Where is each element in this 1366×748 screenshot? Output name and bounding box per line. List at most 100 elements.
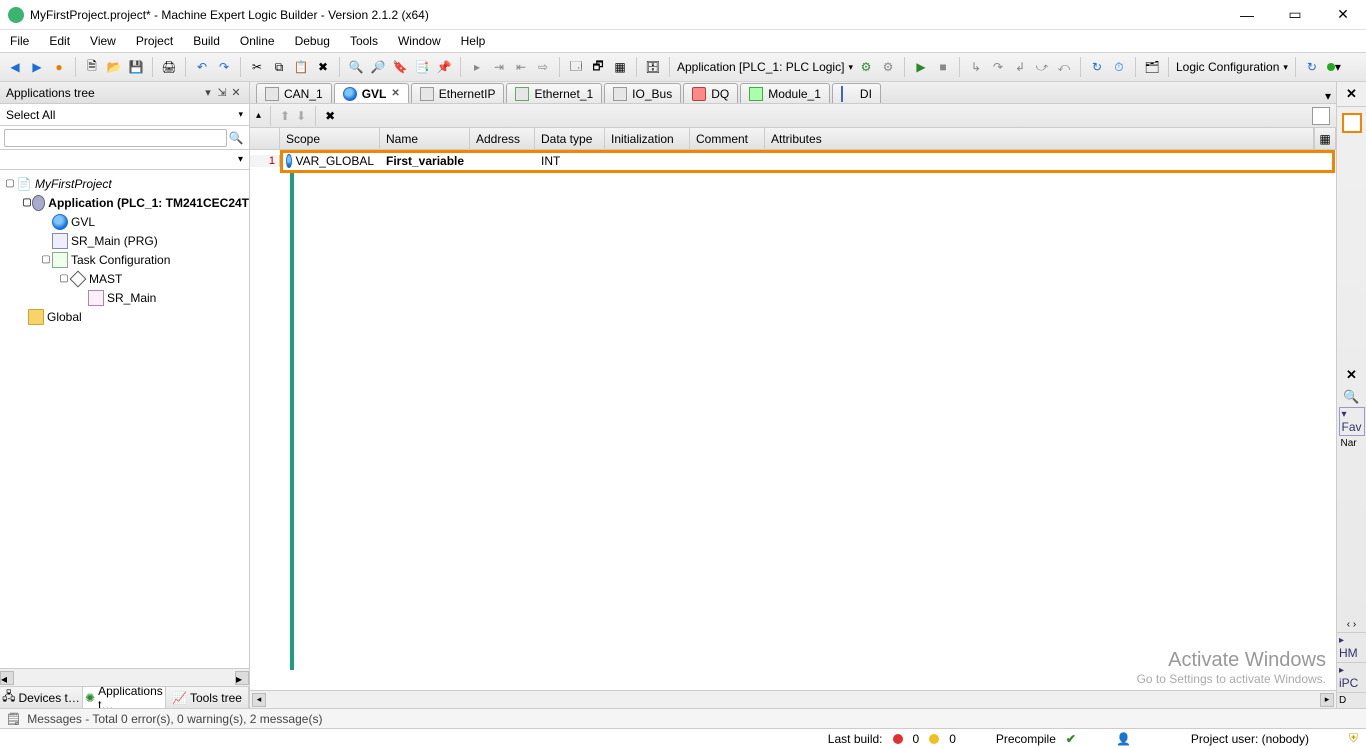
tabstrip-dropdown-icon[interactable]: ▾ <box>1320 89 1336 103</box>
redo-icon[interactable]: ↷ <box>215 58 233 76</box>
device-icon[interactable]: 🗄 <box>644 58 662 76</box>
play-icon[interactable]: ▶ <box>912 58 930 76</box>
tab-iobus[interactable]: IO_Bus <box>604 83 681 103</box>
menu-online[interactable]: Online <box>240 34 275 48</box>
close-button[interactable]: ✕ <box>1328 6 1358 23</box>
right-favorites[interactable]: ▾ Fav <box>1339 407 1365 436</box>
editor-moveup-icon[interactable]: ⬆ <box>280 109 290 123</box>
menu-tools[interactable]: Tools <box>350 34 378 48</box>
menu-window[interactable]: Window <box>398 34 441 48</box>
col-datatype[interactable]: Data type <box>535 128 605 149</box>
print-icon[interactable]: 🖨 <box>160 58 178 76</box>
step5-icon[interactable]: ⤺ <box>1055 58 1073 76</box>
step3-icon[interactable]: ⇨ <box>534 58 552 76</box>
save-icon[interactable]: 💾 <box>127 58 145 76</box>
tree-options-icon[interactable]: ▾ <box>238 154 243 165</box>
menu-help[interactable]: Help <box>461 34 486 48</box>
collapse-icon[interactable]: ▢ <box>40 254 52 265</box>
tab-module1[interactable]: Module_1 <box>740 83 830 103</box>
tree-task-config[interactable]: Task Configuration <box>71 253 170 267</box>
tree-srmain-prg[interactable]: SR_Main (PRG) <box>71 234 158 248</box>
tree-search-input[interactable] <box>4 129 227 147</box>
bookmark-icon[interactable]: 🔖 <box>391 58 409 76</box>
cycle-icon[interactable]: ↻ <box>1088 58 1106 76</box>
right-highlight-box[interactable] <box>1342 113 1362 133</box>
scroll-right-icon[interactable]: ▸ <box>1320 693 1334 707</box>
tree-application[interactable]: Application (PLC_1: TM241CEC24T <box>48 196 249 210</box>
stepout-icon[interactable]: ↲ <box>1011 58 1029 76</box>
editor-horizontal-scrollbar[interactable]: ◂ ▸ <box>250 690 1336 708</box>
tab-dq[interactable]: DQ <box>683 83 738 103</box>
undo-icon[interactable]: ↶ <box>193 58 211 76</box>
panel-close-icon[interactable]: ✕ <box>229 86 243 99</box>
tab-can1[interactable]: CAN_1 <box>256 83 332 103</box>
paste-icon[interactable]: 📋 <box>292 58 310 76</box>
stepover-icon[interactable]: ↷ <box>989 58 1007 76</box>
scroll-right-icon[interactable]: ▸ <box>235 671 249 685</box>
cut-icon[interactable]: ✂ <box>248 58 266 76</box>
window3-icon[interactable]: ▦ <box>611 58 629 76</box>
editor-options-icon[interactable] <box>1312 107 1330 125</box>
collapse-icon[interactable]: ▢ <box>4 178 16 189</box>
find-next-icon[interactable]: 🔎 <box>369 58 387 76</box>
tree-srmain[interactable]: SR_Main <box>107 291 156 305</box>
run-pause-icon[interactable]: ▸ <box>468 58 486 76</box>
tree-mast[interactable]: MAST <box>89 272 122 286</box>
col-comment[interactable]: Comment <box>690 128 765 149</box>
editor-movedown-icon[interactable]: ⬇ <box>296 109 306 123</box>
collapse-icon[interactable]: ▢ <box>22 197 32 208</box>
menu-view[interactable]: View <box>90 34 116 48</box>
right-nar[interactable]: Nar <box>1339 436 1365 451</box>
tick-icon[interactable]: ⏱ <box>1110 58 1128 76</box>
grid-toggle-icon[interactable]: ▦ <box>1314 128 1336 149</box>
tab-gvl[interactable]: GVL✕ <box>334 83 409 103</box>
tab-ethernet1[interactable]: Ethernet_1 <box>506 83 602 103</box>
step4-icon[interactable]: ⤻ <box>1033 58 1051 76</box>
tree-project[interactable]: MyFirstProject <box>35 177 112 191</box>
right-nav-arrows[interactable]: ‹ › <box>1345 617 1358 632</box>
bookmark3-icon[interactable]: 📌 <box>435 58 453 76</box>
maximize-button[interactable]: ▭ <box>1280 6 1310 23</box>
copy-icon[interactable]: ⧉ <box>270 58 288 76</box>
tab-tools-tree[interactable]: 📈 Tools tree <box>166 687 249 708</box>
minimize-button[interactable]: — <box>1232 7 1262 23</box>
scroll-left-icon[interactable]: ◂ <box>252 693 266 707</box>
nav-forward-icon[interactable]: ▶ <box>28 58 46 76</box>
right-search-icon[interactable]: 🔍 <box>1341 387 1363 407</box>
tab-devices-tree[interactable]: 🖧 Devices t… <box>0 687 83 708</box>
right-close-icon[interactable]: ✕ <box>1341 84 1363 104</box>
login-icon[interactable]: ⚙ <box>857 58 875 76</box>
nav-back-icon[interactable]: ◀ <box>6 58 24 76</box>
col-attributes[interactable]: Attributes <box>765 128 1314 149</box>
step1-icon[interactable]: ⇥ <box>490 58 508 76</box>
applications-tree[interactable]: ▢ 📄 MyFirstProject ▢ Application (PLC_1:… <box>0 170 249 668</box>
bookmark2-icon[interactable]: 📑 <box>413 58 431 76</box>
tab-applications-tree[interactable]: ✺ Applications t… <box>83 687 166 708</box>
scroll-left-icon[interactable]: ◂ <box>0 671 14 685</box>
new-file-icon[interactable]: 🗎 <box>83 58 101 76</box>
search-icon[interactable]: 🔍 <box>227 131 245 145</box>
tab-ethernetip[interactable]: EthernetIP <box>411 83 505 103</box>
right-ipc[interactable]: ▸ iPC <box>1337 662 1366 692</box>
delete-icon[interactable]: ✖ <box>314 58 332 76</box>
window2-icon[interactable]: 🗗 <box>589 58 607 76</box>
tree-global[interactable]: Global <box>47 310 82 324</box>
select-all-row[interactable]: Select All ▾ <box>0 104 249 126</box>
panel-pin-icon[interactable]: ⇲ <box>215 86 229 99</box>
stepinto-icon[interactable]: ↳ <box>967 58 985 76</box>
menu-edit[interactable]: Edit <box>49 34 70 48</box>
menu-debug[interactable]: Debug <box>295 34 330 48</box>
col-scope[interactable]: Scope <box>280 128 380 149</box>
tree-gvl[interactable]: GVL <box>71 215 95 229</box>
menu-build[interactable]: Build <box>193 34 220 48</box>
logout-icon[interactable]: ⚙ <box>879 58 897 76</box>
application-context[interactable]: Application [PLC_1: PLC Logic] ▾ <box>677 60 853 74</box>
panel-dropdown-icon[interactable]: ▾ <box>201 86 215 99</box>
close-tab-icon[interactable]: ✕ <box>391 88 399 99</box>
menu-file[interactable]: File <box>10 34 29 48</box>
views-icon[interactable]: 🗂 <box>1143 58 1161 76</box>
find-icon[interactable]: 🔍 <box>347 58 365 76</box>
editor-collapse-icon[interactable]: ▴ <box>256 110 261 121</box>
col-address[interactable]: Address <box>470 128 535 149</box>
tab-di[interactable]: DI <box>832 83 881 103</box>
